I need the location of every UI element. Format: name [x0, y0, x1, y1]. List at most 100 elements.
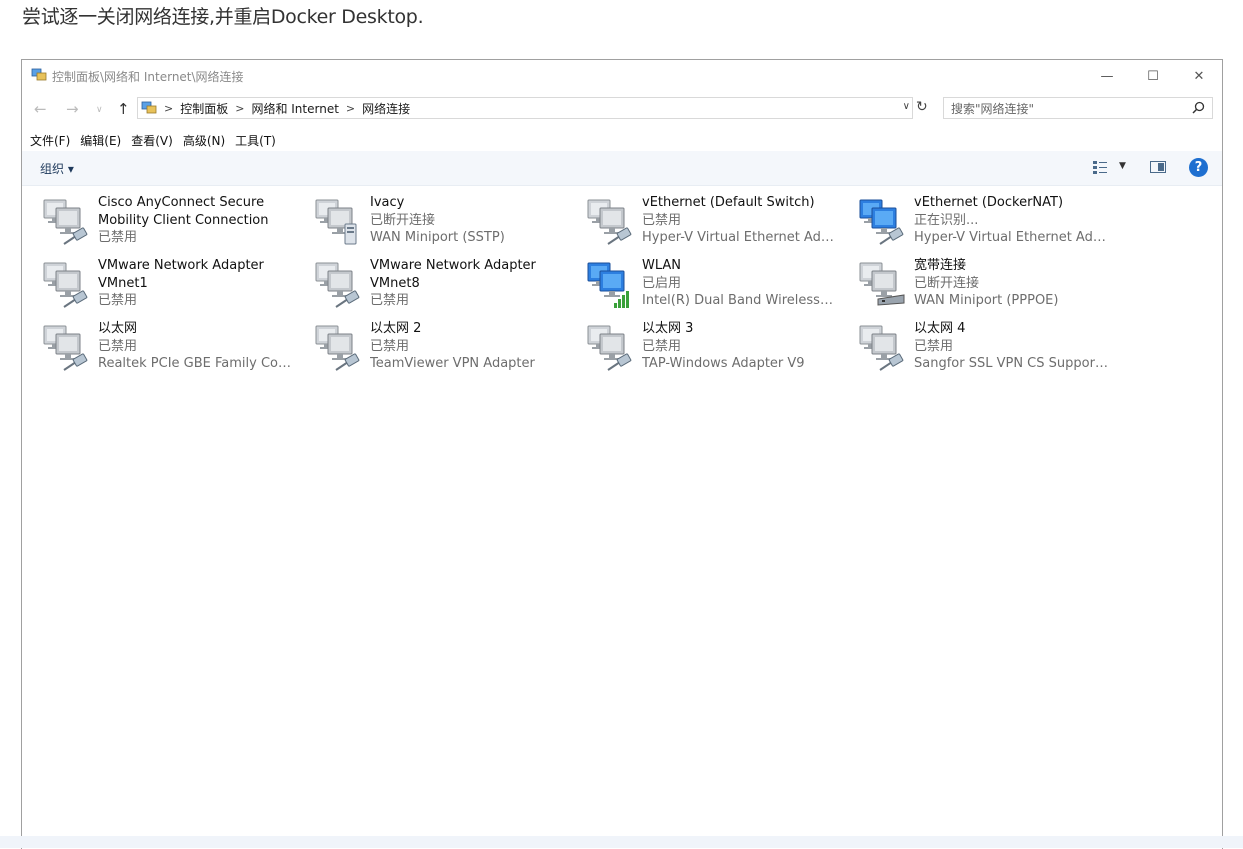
connection-item[interactable]: 宽带连接 已断开连接 WAN Miniport (PPPOE) — [838, 257, 1103, 317]
view-options-icon[interactable] — [1092, 160, 1108, 174]
connection-item[interactable]: 以太网 已禁用 Realtek PCIe GBE Family Contr... — [22, 320, 293, 380]
wired-disabled-icon — [43, 262, 88, 308]
close-button[interactable]: ✕ — [1176, 60, 1222, 92]
forward-arrow-icon[interactable]: → — [66, 100, 79, 118]
connection-item[interactable]: vEthernet (DockerNAT) 正在识别... Hyper-V Vi… — [838, 194, 1109, 254]
title-bar: 控制面板\网络和 Internet\网络连接 — ☐ ✕ — [22, 60, 1222, 92]
menu-advanced[interactable]: 高级(N) — [183, 132, 225, 152]
connection-name: vEthernet (Default Switch) — [642, 195, 815, 210]
menu-bar: 文件(F) 编辑(E) 查看(V) 高级(N) 工具(T) — [22, 132, 1222, 152]
connection-status: 已禁用 — [370, 293, 410, 308]
connection-device: Realtek PCIe GBE Family Contr... — [98, 356, 293, 371]
breadcrumb-network-connections[interactable]: 网络连接 — [362, 100, 410, 117]
maximize-button[interactable]: ☐ — [1130, 60, 1176, 92]
caption-text: 尝试逐一关闭网络连接,并重启Docker Desktop. — [22, 6, 424, 28]
wired-disabled-icon — [43, 199, 88, 245]
connection-item[interactable]: VMware Network Adapter VMnet8 已禁用 — [294, 257, 559, 317]
command-bar: 组织 ▾ ▼ ? — [22, 151, 1222, 186]
recent-locations-icon[interactable]: ∨ — [96, 105, 103, 115]
chevron-down-icon[interactable]: ∨ — [903, 101, 910, 112]
wifi-enabled-icon — [587, 262, 629, 308]
connection-device: Intel(R) Dual Band Wireless-AC... — [642, 293, 837, 308]
connection-text: VMware Network Adapter VMnet8 已禁用 — [370, 257, 565, 310]
connection-item[interactable]: Cisco AnyConnect Secure Mobility Client … — [22, 194, 287, 254]
connection-name: WLAN — [642, 258, 682, 273]
breadcrumb-control-panel[interactable]: 控制面板 — [180, 100, 228, 117]
connection-text: vEthernet (DockerNAT) 正在识别... Hyper-V Vi… — [914, 194, 1109, 247]
connection-text: WLAN 已启用 Intel(R) Dual Band Wireless-AC.… — [642, 257, 837, 310]
connection-name: vEthernet (DockerNAT) — [914, 195, 1064, 210]
breadcrumb-network-internet[interactable]: 网络和 Internet — [251, 100, 338, 117]
connection-name: 以太网 3 — [642, 321, 694, 336]
connection-item[interactable]: 以太网 3 已禁用 TAP-Windows Adapter V9 — [566, 320, 831, 380]
broadband-disconnected-icon — [859, 262, 905, 306]
connection-item[interactable]: vEthernet (Default Switch) 已禁用 Hyper-V V… — [566, 194, 837, 254]
wired-disabled-icon — [315, 262, 360, 308]
organize-button[interactable]: 组织 ▾ — [40, 160, 74, 177]
connection-text: 以太网 4 已禁用 Sangfor SSL VPN CS Support S..… — [914, 320, 1109, 373]
connection-device: Hyper-V Virtual Ethernet Adap... — [914, 230, 1109, 245]
back-arrow-icon[interactable]: ← — [34, 100, 47, 118]
connection-name: 以太网 — [98, 321, 138, 336]
connection-device: Hyper-V Virtual Ethernet Adap... — [642, 230, 837, 245]
menu-tools[interactable]: 工具(T) — [235, 132, 276, 152]
connection-name: 宽带连接 — [914, 258, 967, 273]
connection-item[interactable]: 以太网 2 已禁用 TeamViewer VPN Adapter — [294, 320, 559, 380]
network-folder-icon — [141, 101, 157, 114]
search-icon — [1192, 101, 1205, 114]
connection-status: 正在识别... — [914, 212, 979, 228]
connection-status: 已禁用 — [98, 293, 138, 308]
menu-edit[interactable]: 编辑(E) — [80, 132, 121, 152]
minimize-button[interactable]: — — [1084, 60, 1130, 92]
window-title: 控制面板\网络和 Internet\网络连接 — [52, 70, 244, 84]
breadcrumb-chevron-icon: > — [235, 101, 245, 115]
help-icon[interactable]: ? — [1189, 158, 1208, 177]
connection-text: 以太网 已禁用 Realtek PCIe GBE Family Contr... — [98, 320, 293, 373]
connection-text: 宽带连接 已断开连接 WAN Miniport (PPPOE) — [914, 257, 1109, 310]
connection-name: Cisco AnyConnect Secure Mobility Client … — [98, 195, 269, 228]
connection-status: 已禁用 — [642, 212, 682, 228]
refresh-icon[interactable]: ↻ — [916, 99, 928, 115]
search-placeholder: 搜索"网络连接" — [951, 101, 1035, 116]
connection-text: VMware Network Adapter VMnet1 已禁用 — [98, 257, 293, 310]
connection-text: Cisco AnyConnect Secure Mobility Client … — [98, 194, 293, 247]
wired-disabled-icon — [587, 199, 632, 245]
connection-name: 以太网 4 — [914, 321, 966, 336]
connection-name: Ivacy — [370, 195, 405, 210]
network-connections-window: 控制面板\网络和 Internet\网络连接 — ☐ ✕ ← → ∨ ↑ > 控… — [21, 59, 1223, 849]
wired-disabled-icon — [315, 325, 360, 371]
search-input[interactable]: 搜索"网络连接" — [943, 97, 1213, 119]
connection-item[interactable]: Ivacy 已断开连接 WAN Miniport (SSTP) — [294, 194, 559, 254]
breadcrumb-chevron-icon: > — [345, 101, 356, 115]
wired-active-icon — [859, 199, 904, 245]
preview-pane-icon[interactable] — [1150, 161, 1166, 173]
navigation-bar: ← → ∨ ↑ > 控制面板 > 网络和 Internet > 网络连接 ∨ ↻… — [22, 96, 1222, 124]
connection-item[interactable]: 以太网 4 已禁用 Sangfor SSL VPN CS Support S..… — [838, 320, 1109, 380]
page-bottom-strip — [0, 836, 1243, 848]
menu-file[interactable]: 文件(F) — [30, 132, 70, 152]
connection-status: 已禁用 — [98, 338, 138, 354]
connection-device: TAP-Windows Adapter V9 — [642, 356, 805, 371]
connection-text: 以太网 3 已禁用 TAP-Windows Adapter V9 — [642, 320, 837, 373]
connection-name: VMware Network Adapter VMnet1 — [98, 258, 264, 291]
connection-text: Ivacy 已断开连接 WAN Miniport (SSTP) — [370, 194, 565, 247]
breadcrumb-chevron-icon: > — [164, 101, 174, 115]
vpn-disconnected-icon — [315, 199, 357, 245]
connection-name: VMware Network Adapter VMnet8 — [370, 258, 536, 291]
connection-device: WAN Miniport (SSTP) — [370, 230, 505, 245]
up-arrow-icon[interactable]: ↑ — [117, 100, 130, 118]
address-bar[interactable]: > 控制面板 > 网络和 Internet > 网络连接 ∨ — [137, 97, 913, 119]
wired-disabled-icon — [43, 325, 88, 371]
connection-name: 以太网 2 — [370, 321, 422, 336]
connection-device: TeamViewer VPN Adapter — [370, 356, 535, 371]
connection-status: 已禁用 — [642, 338, 682, 354]
wired-disabled-icon — [859, 325, 904, 371]
connection-device: Sangfor SSL VPN CS Support S... — [914, 356, 1109, 371]
connection-item[interactable]: WLAN 已启用 Intel(R) Dual Band Wireless-AC.… — [566, 257, 837, 317]
chevron-down-icon[interactable]: ▼ — [1119, 161, 1126, 171]
connection-status: 已禁用 — [98, 230, 138, 245]
connection-status: 已断开连接 — [914, 275, 980, 291]
menu-view[interactable]: 查看(V) — [131, 132, 173, 152]
connection-item[interactable]: VMware Network Adapter VMnet1 已禁用 — [22, 257, 287, 317]
connection-status: 已禁用 — [914, 338, 954, 354]
